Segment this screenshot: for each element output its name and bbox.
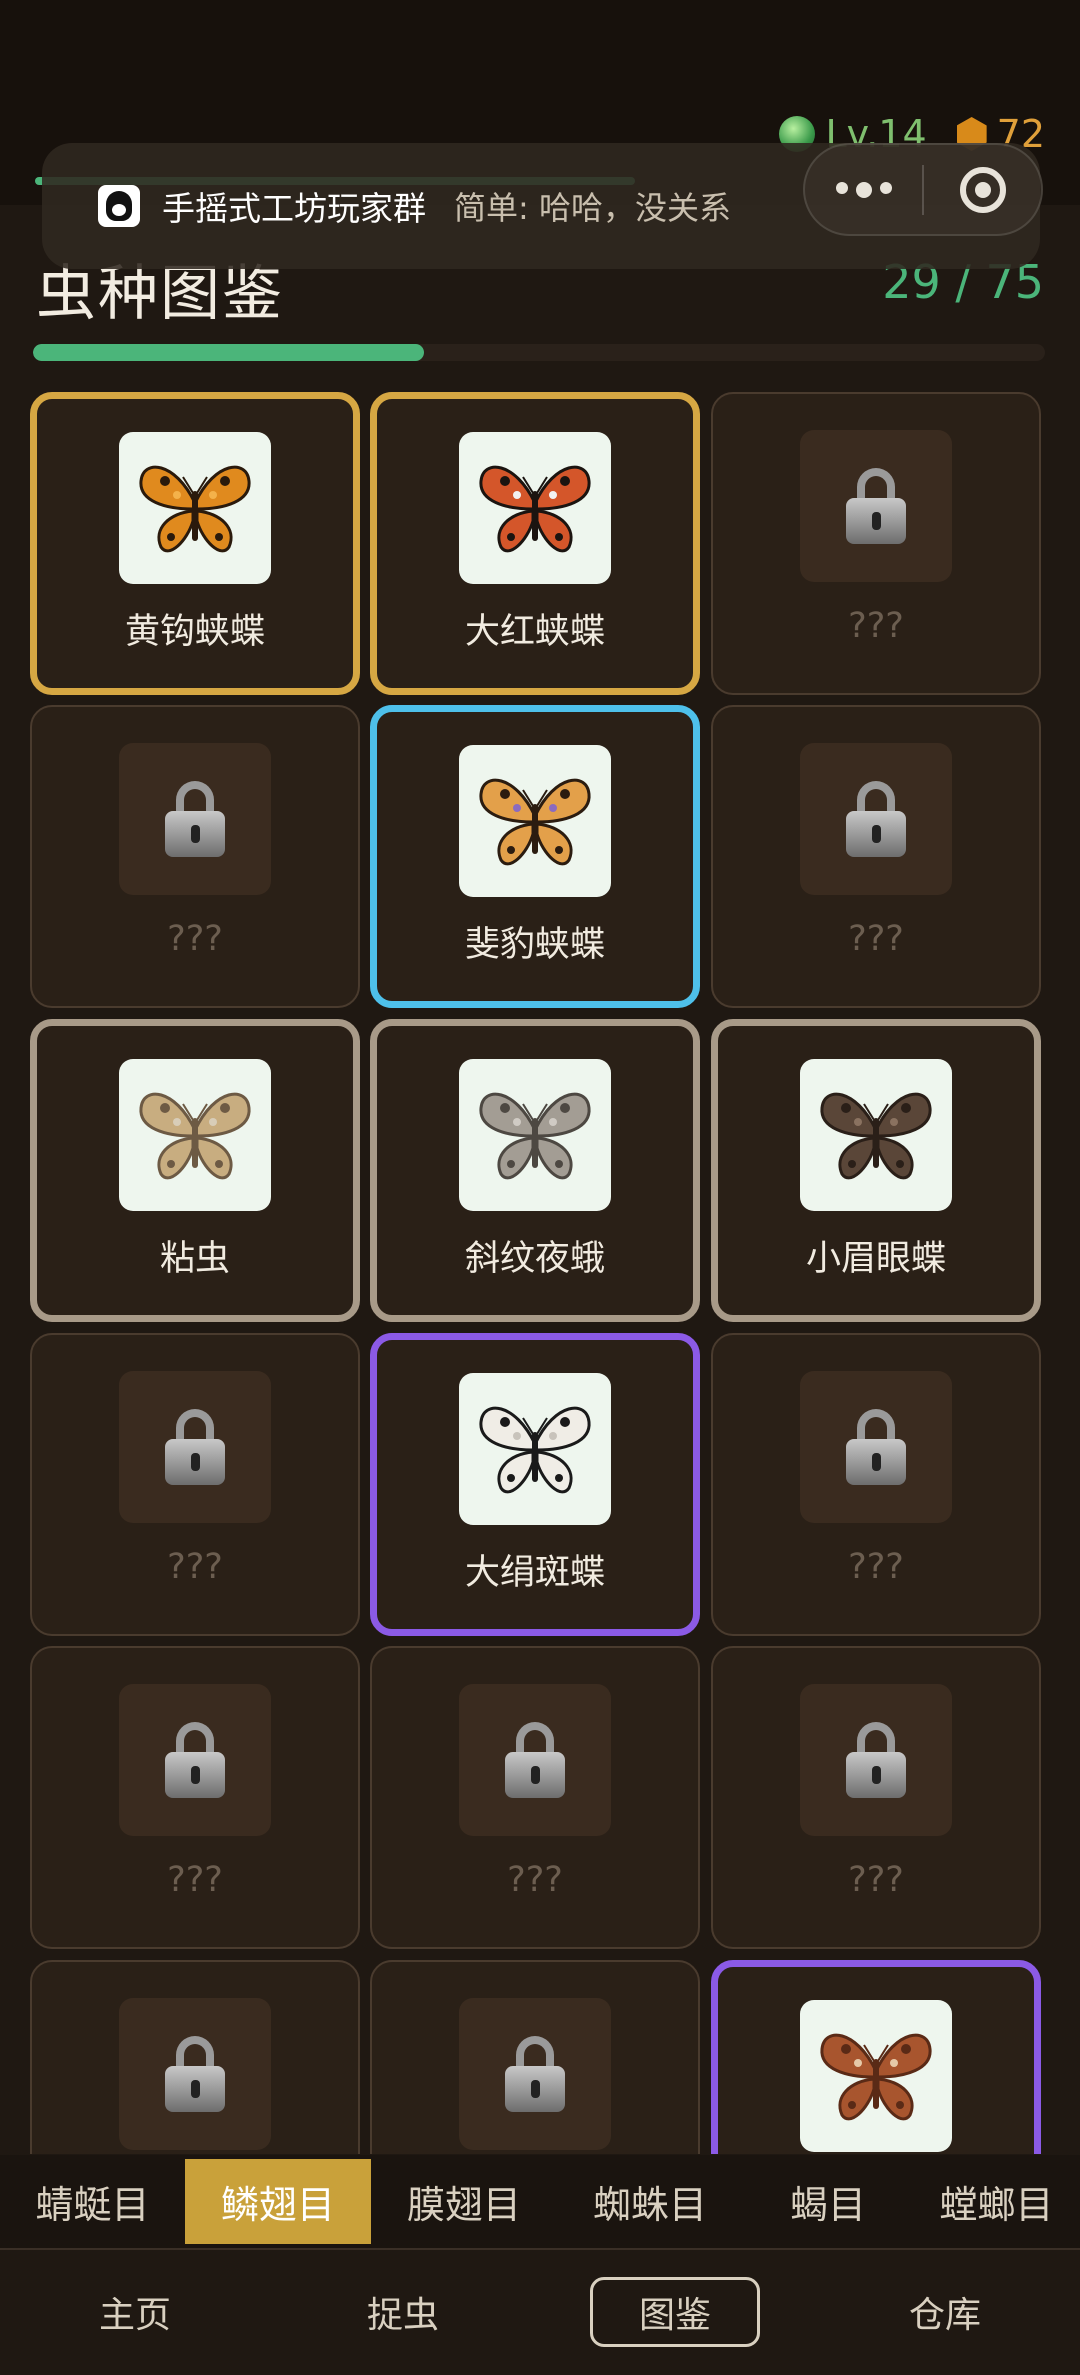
brown-eyed-butterfly-icon (816, 1078, 936, 1192)
locked-thumbnail (459, 1998, 611, 2150)
lock-icon (846, 781, 906, 857)
species-card[interactable]: ??? (370, 1646, 700, 1949)
cutworm-moth-icon (475, 1078, 595, 1192)
species-name: ??? (848, 606, 904, 646)
lock-icon (165, 1722, 225, 1798)
species-name: ??? (848, 1860, 904, 1900)
species-name: 大绢斑蝶 (464, 1553, 605, 1593)
species-thumbnail (800, 2000, 952, 2152)
lock-icon (165, 1409, 225, 1485)
species-card[interactable]: ??? (30, 1333, 360, 1636)
target-icon (959, 166, 1006, 213)
species-name: ??? (507, 1860, 563, 1900)
atlas-moth-icon (816, 2019, 936, 2133)
chestnut-tiger-butterfly-icon (475, 1392, 595, 1506)
species-card[interactable] (370, 1960, 700, 2154)
species-name: 黄钩蛱蝶 (124, 612, 265, 652)
locked-thumbnail (800, 743, 952, 895)
species-name: 大红蛱蝶 (464, 612, 605, 652)
species-card[interactable] (30, 1960, 360, 2154)
species-card[interactable]: ??? (711, 392, 1041, 695)
nav-tab[interactable]: 图鉴 (590, 2277, 760, 2347)
species-name: 小眉眼蝶 (805, 1239, 946, 1279)
nav-tab[interactable]: 仓库 (870, 2277, 1020, 2347)
species-name: ??? (848, 1547, 904, 1587)
red-admiral-butterfly-icon (475, 451, 595, 565)
species-name: ??? (167, 919, 223, 959)
lock-icon (846, 468, 906, 544)
category-tab[interactable]: 膜翅目 (371, 2159, 557, 2244)
species-card[interactable]: 粘虫 (30, 1019, 360, 1322)
locked-thumbnail (800, 1684, 952, 1836)
category-tab[interactable]: 蜘蛛目 (557, 2159, 743, 2244)
locked-thumbnail (119, 743, 271, 895)
category-tabs: 蜻蜓目 鳞翅目 膜翅目 蜘蛛目 蝎目 螳螂目 (0, 2155, 1080, 2250)
species-card[interactable]: ??? (711, 705, 1041, 1008)
species-card[interactable]: ??? (711, 1646, 1041, 1949)
species-thumbnail (459, 1373, 611, 1525)
species-thumbnail (459, 1059, 611, 1211)
lock-icon (846, 1722, 906, 1798)
locked-thumbnail (119, 1371, 271, 1523)
species-card[interactable]: 小眉眼蝶 (711, 1019, 1041, 1322)
species-thumbnail (119, 432, 271, 584)
lock-icon (505, 2036, 565, 2112)
species-card[interactable]: 大红蛱蝶 (370, 392, 700, 695)
species-thumbnail (459, 745, 611, 897)
lock-icon (165, 2036, 225, 2112)
category-tab[interactable]: 蜻蜓目 (0, 2159, 185, 2244)
armyworm-moth-icon (135, 1078, 255, 1192)
more-menu-button[interactable] (805, 181, 922, 198)
species-card[interactable]: 黄钩蛱蝶 (30, 392, 360, 695)
locked-thumbnail (800, 1371, 952, 1523)
species-name: ??? (167, 1547, 223, 1587)
lock-icon (165, 781, 225, 857)
lock-icon (846, 1409, 906, 1485)
nav-tab[interactable]: 捉虫 (328, 2277, 478, 2347)
category-tab[interactable]: 蝎目 (743, 2159, 913, 2244)
species-name: 斜纹夜蛾 (464, 1239, 605, 1279)
qq-icon (98, 185, 140, 227)
locked-thumbnail (459, 1684, 611, 1836)
collection-progress-fill (33, 344, 425, 361)
species-card[interactable]: 大绢斑蝶 (370, 1333, 700, 1636)
species-card[interactable]: 斐豹蛱蝶 (370, 705, 700, 1008)
nav-tab[interactable]: 主页 (60, 2277, 210, 2347)
species-card[interactable]: ??? (711, 1333, 1041, 1636)
fritillary-butterfly-icon (475, 764, 595, 878)
species-name: ??? (848, 919, 904, 959)
species-thumbnail (459, 432, 611, 584)
species-thumbnail (119, 1059, 271, 1211)
species-thumbnail (800, 1059, 952, 1211)
species-name: 斐豹蛱蝶 (464, 925, 605, 965)
close-miniprogram-button[interactable] (924, 166, 1041, 213)
category-tab[interactable]: 螳螂目 (913, 2159, 1080, 2244)
species-card[interactable]: 斜纹夜蛾 (370, 1019, 700, 1322)
miniprogram-capsule (803, 143, 1043, 236)
species-card[interactable] (711, 1960, 1041, 2154)
orange-butterfly-icon (135, 451, 255, 565)
locked-thumbnail (119, 1684, 271, 1836)
locked-thumbnail (119, 1998, 271, 2150)
collection-progress-bar (33, 344, 1045, 361)
bottom-navigation: 主页 捉虫 图鉴 仓库 (0, 2252, 1080, 2375)
notification-message: 简单: 哈哈，没关系 (454, 189, 731, 227)
lock-icon (505, 1722, 565, 1798)
species-grid: 黄钩蛱蝶 大红蛱蝶?????? 斐豹蛱蝶??? 粘虫 斜纹夜蛾 小眉眼蝶 ???… (30, 392, 1045, 2154)
species-name: ??? (167, 1860, 223, 1900)
species-card[interactable]: ??? (30, 1646, 360, 1949)
notification-group-name: 手摇式工坊玩家群 (162, 189, 426, 228)
species-name: 粘虫 (159, 1239, 230, 1279)
category-tab[interactable]: 鳞翅目 (185, 2159, 371, 2244)
species-card[interactable]: ??? (30, 705, 360, 1008)
locked-thumbnail (800, 430, 952, 582)
